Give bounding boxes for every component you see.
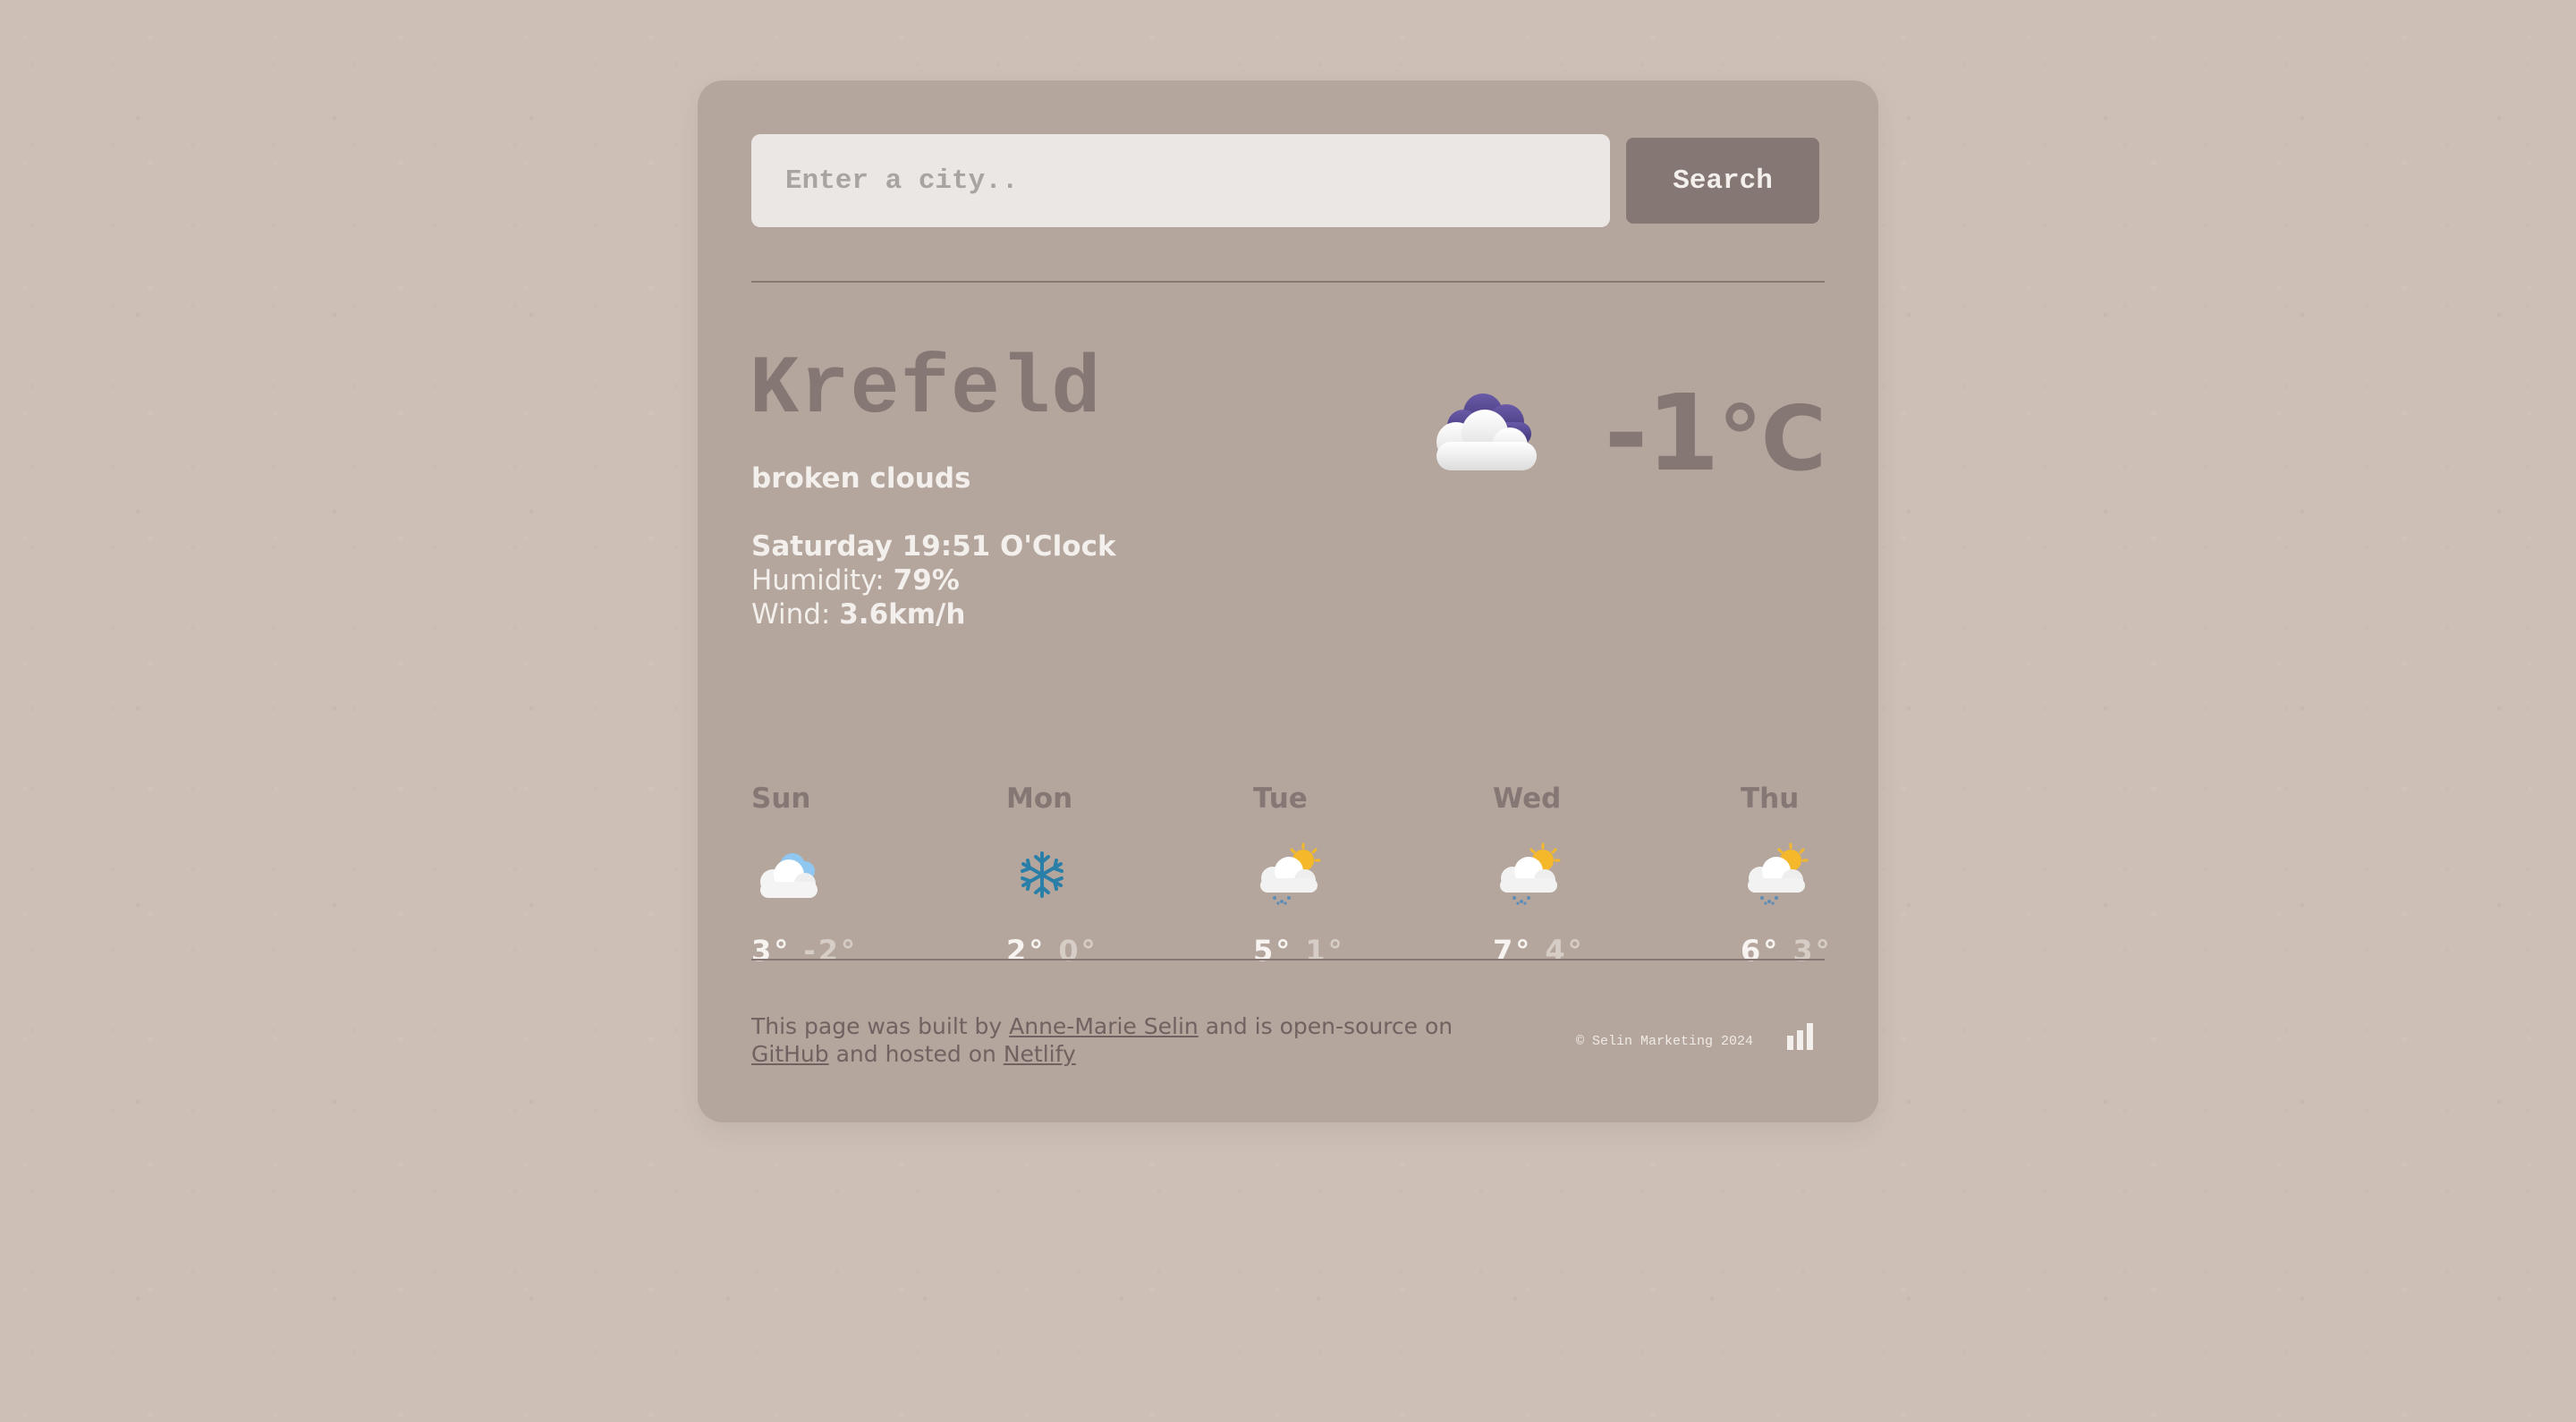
bottom-divider [751, 959, 1825, 961]
forecast-min: 0° [1058, 934, 1098, 968]
humidity-row: Humidity: 79% [751, 564, 960, 597]
footer-text-1: This page was built by [751, 1013, 1010, 1039]
forecast-min: 4° [1545, 934, 1585, 968]
city-search-input[interactable] [751, 134, 1610, 227]
footer-credits: This page was built by Anne-Marie Selin … [751, 1012, 1485, 1068]
current-temperature: -1°C [1605, 375, 1826, 492]
temperature-value: -1 [1604, 371, 1720, 495]
forecast-temps-thu: 6° 3° [1741, 934, 1833, 968]
temperature-unit: °C [1717, 386, 1826, 491]
forecast-max: 5° [1253, 934, 1293, 968]
wind-value: 3.6km/h [839, 598, 966, 631]
forecast-day-thu: Thu [1741, 783, 1800, 815]
forecast-day-mon: Mon [1006, 783, 1073, 815]
wind-row: Wind: 3.6km/h [751, 598, 965, 631]
forecast-temps-wed: 7° 4° [1493, 934, 1585, 968]
netlify-link[interactable]: Netlify [1004, 1041, 1076, 1067]
forecast-temps-mon: 2° 0° [1006, 934, 1098, 968]
forecast-max: 6° [1741, 934, 1781, 968]
footer-text-3: and hosted on [828, 1041, 1004, 1067]
github-link[interactable]: GitHub [751, 1041, 829, 1067]
humidity-label: Humidity: [751, 564, 894, 597]
forecast-min: 3° [1792, 934, 1833, 968]
snow-icon [1021, 851, 1063, 898]
forecast-min: -2° [803, 934, 858, 968]
bar-chart-icon[interactable] [1785, 1023, 1816, 1050]
forecast-day-sun: Sun [751, 783, 811, 815]
cloudy-icon [760, 853, 818, 898]
wind-label: Wind: [751, 598, 840, 631]
city-name: Krefeld [750, 343, 1102, 436]
rain-sun-icon [1500, 842, 1561, 905]
forecast-day-tue: Tue [1253, 783, 1308, 815]
copyright-text: © Selin Marketing 2024 [1576, 1034, 1754, 1049]
weather-card: Search Krefeld broken clouds Saturday 19… [698, 80, 1878, 1122]
forecast-temps-tue: 5° 1° [1253, 934, 1345, 968]
author-link[interactable]: Anne-Marie Selin [1009, 1013, 1199, 1039]
forecast-min: 1° [1305, 934, 1345, 968]
rain-sun-icon [1260, 842, 1321, 905]
broken-clouds-icon [1436, 394, 1537, 470]
forecast-max: 7° [1493, 934, 1533, 968]
weather-description: broken clouds [751, 462, 971, 495]
footer-text-2: and is open-source on [1198, 1013, 1453, 1039]
humidity-value: 79% [893, 564, 960, 597]
rain-sun-icon [1748, 842, 1809, 905]
forecast-temps-sun: 3° -2° [751, 934, 858, 968]
forecast-day-wed: Wed [1493, 783, 1562, 815]
search-button[interactable]: Search [1626, 138, 1819, 224]
forecast-max: 2° [1006, 934, 1046, 968]
forecast-max: 3° [751, 934, 792, 968]
top-divider [751, 281, 1825, 283]
current-date: Saturday 19:51 O'Clock [751, 530, 1116, 563]
